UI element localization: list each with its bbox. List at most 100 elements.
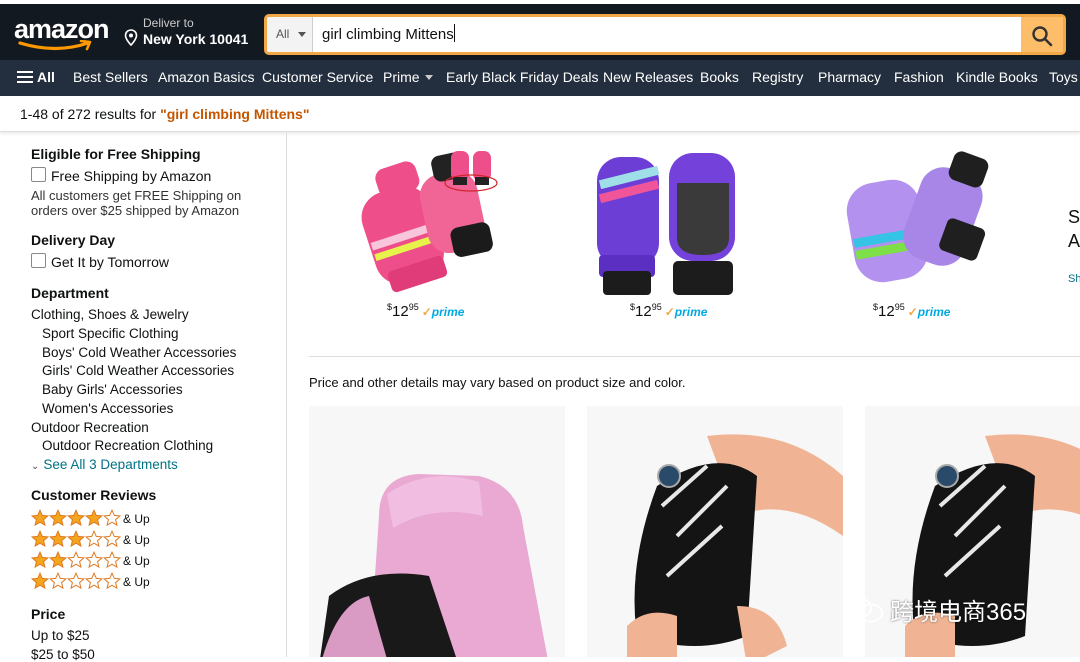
result-card[interactable] [587,406,843,657]
prime-check-icon: ✓ [421,305,432,319]
sponsored-brand-text[interactable]: Sl A Sh [1068,205,1080,285]
department-item[interactable]: Boys' Cold Weather Accessories [42,345,236,360]
prime-label: prime [431,305,465,319]
filter-sidebar: Eligible for Free Shipping Free Shipping… [0,133,287,662]
price-range-link[interactable]: $25 to $50 [31,647,95,662]
star-icon [67,551,85,569]
department-item[interactable]: Clothing, Shoes & Jewelry [31,307,189,322]
nav-best-sellers[interactable]: Best Sellers [73,60,148,96]
star-icon [85,572,103,590]
product-image-pink-mitten [320,474,548,657]
results-count: 1-48 of 272 results for [20,106,161,122]
search-button[interactable] [1021,17,1063,52]
delivery-heading: Delivery Day [31,232,116,248]
nav-pharmacy[interactable]: Pharmacy [818,60,881,96]
nav-amazon-basics[interactable]: Amazon Basics [158,60,254,96]
prime-badge: ✓prime [665,305,708,319]
nav-toys[interactable]: Toys [1049,60,1078,96]
prime-badge: ✓prime [908,305,951,319]
department-heading: Department [31,285,109,301]
star-icon [67,572,85,590]
price-whole: 12 [392,303,409,320]
sponsored-title-line: Sl [1068,207,1080,227]
sponsored-shop-link[interactable]: Sh [1068,267,1080,291]
product-image-black-glove [627,434,843,657]
prime-label: prime [674,305,708,319]
department-item[interactable]: Sport Specific Clothing [42,326,179,341]
prime-badge: ✓prime [422,305,465,319]
department-item[interactable]: Outdoor Recreation [31,420,149,435]
nav-customer-service[interactable]: Customer Service [262,60,373,96]
nav-all-menu[interactable]: All [17,60,55,96]
nav-all-label: All [37,69,55,85]
nav-kindle-books[interactable]: Kindle Books [956,60,1038,96]
product-price[interactable]: $1295 ✓prime [630,302,707,320]
deliver-label: Deliver to [143,16,194,30]
chevron-down-icon [424,75,433,80]
nav-registry[interactable]: Registry [752,60,803,96]
price-note: Price and other details may vary based o… [309,375,686,390]
star-icon [31,530,49,548]
review-filter-label: & Up [123,512,150,526]
department-item[interactable]: Girls' Cold Weather Accessories [42,363,234,378]
tomorrow-checkbox[interactable] [31,253,46,268]
star-icon [31,509,49,527]
department-item[interactable]: Outdoor Recreation Clothing [42,438,213,453]
shipping-heading: Eligible for Free Shipping [31,146,201,162]
nav-prime[interactable]: Prime [383,60,433,96]
prime-label: prime [917,305,951,319]
hamburger-icon [17,71,33,83]
top-header: amazon Deliver to New York 10041 All gir… [0,0,1080,60]
product-image-pink-mittens[interactable] [349,143,509,313]
star-icon [67,530,85,548]
price-range-link[interactable]: Up to $25 [31,628,90,643]
star-icon [49,572,67,590]
section-divider [309,356,1080,357]
chevron-down-icon: ⌄ [31,461,40,472]
review-filter-label: & Up [123,575,150,589]
nav-new-releases[interactable]: New Releases [603,60,693,96]
watermark-text: 跨境电商365 [890,599,1027,626]
product-price[interactable]: $1295 ✓prime [873,302,950,320]
product-image-lavender-mittens[interactable] [839,143,999,313]
star-icon [49,509,67,527]
prime-check-icon: ✓ [664,305,675,319]
nav-early-black-friday[interactable]: Early Black Friday Deals [446,60,599,96]
department-item[interactable]: Baby Girls' Accessories [42,382,183,397]
text-cursor [453,24,455,42]
results-summary-bar: 1-48 of 272 results for "girl climbing M… [0,96,1080,132]
star-icon [103,551,121,569]
see-all-label: See All 3 Departments [43,457,178,472]
location-pin-icon [124,29,138,46]
free-shipping-checkbox[interactable] [31,167,46,182]
result-card[interactable] [309,406,565,657]
price-fraction: 95 [408,302,419,312]
amazon-logo[interactable]: amazon [14,14,110,52]
search-query-text: girl climbing Mittens [322,26,454,43]
price-heading: Price [31,606,66,622]
nav-prime-label: Prime [383,69,420,85]
search-bar: All girl climbing Mittens [264,14,1066,55]
search-category-dropdown[interactable]: All [267,17,313,52]
tomorrow-label[interactable]: Get It by Tomorrow [51,254,169,270]
product-price[interactable]: $1295 ✓prime [387,302,464,320]
department-item[interactable]: Women's Accessories [42,401,173,416]
sponsored-title-line: A [1068,231,1080,251]
price-fraction: 95 [894,302,905,312]
nav-bar: All Best Sellers Amazon Basics Customer … [0,60,1080,96]
search-category-label: All [276,27,290,41]
star-icon [85,551,103,569]
star-icon [31,551,49,569]
review-filter-label: & Up [123,533,150,547]
results-main: $1295✓prime $1295✓prime $1295✓prime Sl A… [309,133,1080,657]
star-icon [31,572,49,590]
see-all-departments-link[interactable]: ⌄ See All 3 Departments [31,457,178,472]
shipping-note: All customers get FREE Shipping on order… [31,188,242,218]
nav-books[interactable]: Books [700,60,739,96]
product-image-purple-mittens[interactable] [589,143,749,313]
prime-check-icon: ✓ [907,305,918,319]
star-icon [85,530,103,548]
nav-fashion[interactable]: Fashion [894,60,944,96]
search-input[interactable]: girl climbing Mittens [322,17,455,52]
free-shipping-label[interactable]: Free Shipping by Amazon [51,168,211,184]
